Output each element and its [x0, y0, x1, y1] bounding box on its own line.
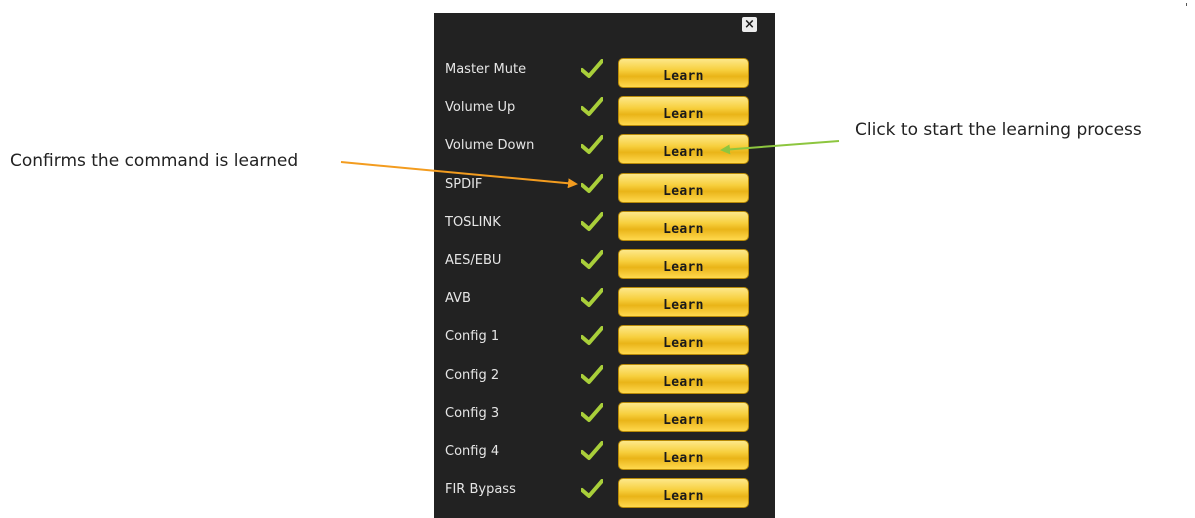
arrow-to-learn-button — [720, 140, 840, 155]
arrow-to-checkmark — [340, 161, 578, 189]
annotation-arrows — [340, 140, 840, 189]
corner-mark — [1186, 3, 1187, 6]
